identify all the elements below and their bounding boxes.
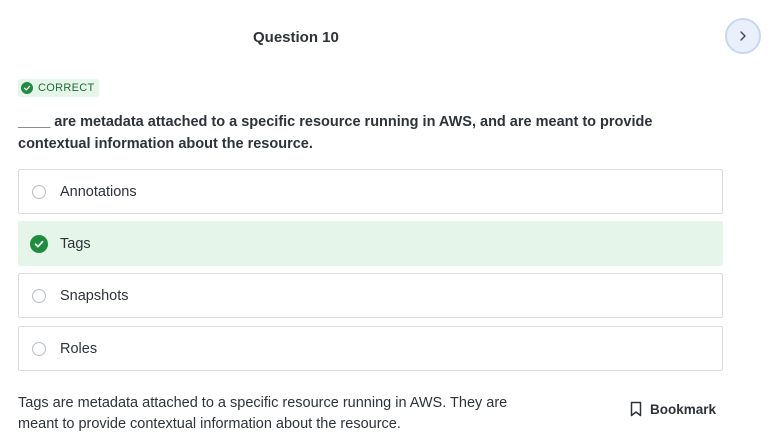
- next-question-button[interactable]: [725, 18, 761, 54]
- chevron-right-icon: [740, 31, 746, 41]
- answer-option-label: Snapshots: [60, 287, 129, 304]
- radio-button[interactable]: [32, 288, 46, 303]
- answer-option-label: Annotations: [60, 183, 137, 200]
- status-badge: CORRECT: [18, 79, 99, 97]
- question-text: ____ are metadata attached to a specific…: [18, 114, 653, 152]
- bookmark-icon: [630, 401, 642, 417]
- answer-option-roles[interactable]: Roles: [18, 326, 723, 371]
- answer-option-tags[interactable]: Tags: [18, 221, 723, 266]
- radio-button[interactable]: [32, 184, 46, 199]
- answer-explanation: Tags are metadata attached to a specific…: [18, 395, 508, 432]
- quiz-page: Question 10 CORRECT ____ are metadata at…: [0, 0, 778, 447]
- answer-option-label: Tags: [60, 235, 91, 252]
- check-circle-icon: [21, 82, 33, 94]
- answer-option-annotations[interactable]: Annotations: [18, 169, 723, 214]
- answer-option-label: Roles: [60, 340, 98, 357]
- bookmark-button[interactable]: Bookmark: [630, 398, 716, 420]
- question-title: Question 10: [253, 29, 339, 46]
- answer-option-snapshots[interactable]: Snapshots: [18, 273, 723, 318]
- bookmark-label: Bookmark: [650, 401, 717, 417]
- status-badge-label: CORRECT: [38, 82, 95, 94]
- check-circle-icon: [30, 234, 48, 253]
- radio-button[interactable]: [32, 341, 46, 356]
